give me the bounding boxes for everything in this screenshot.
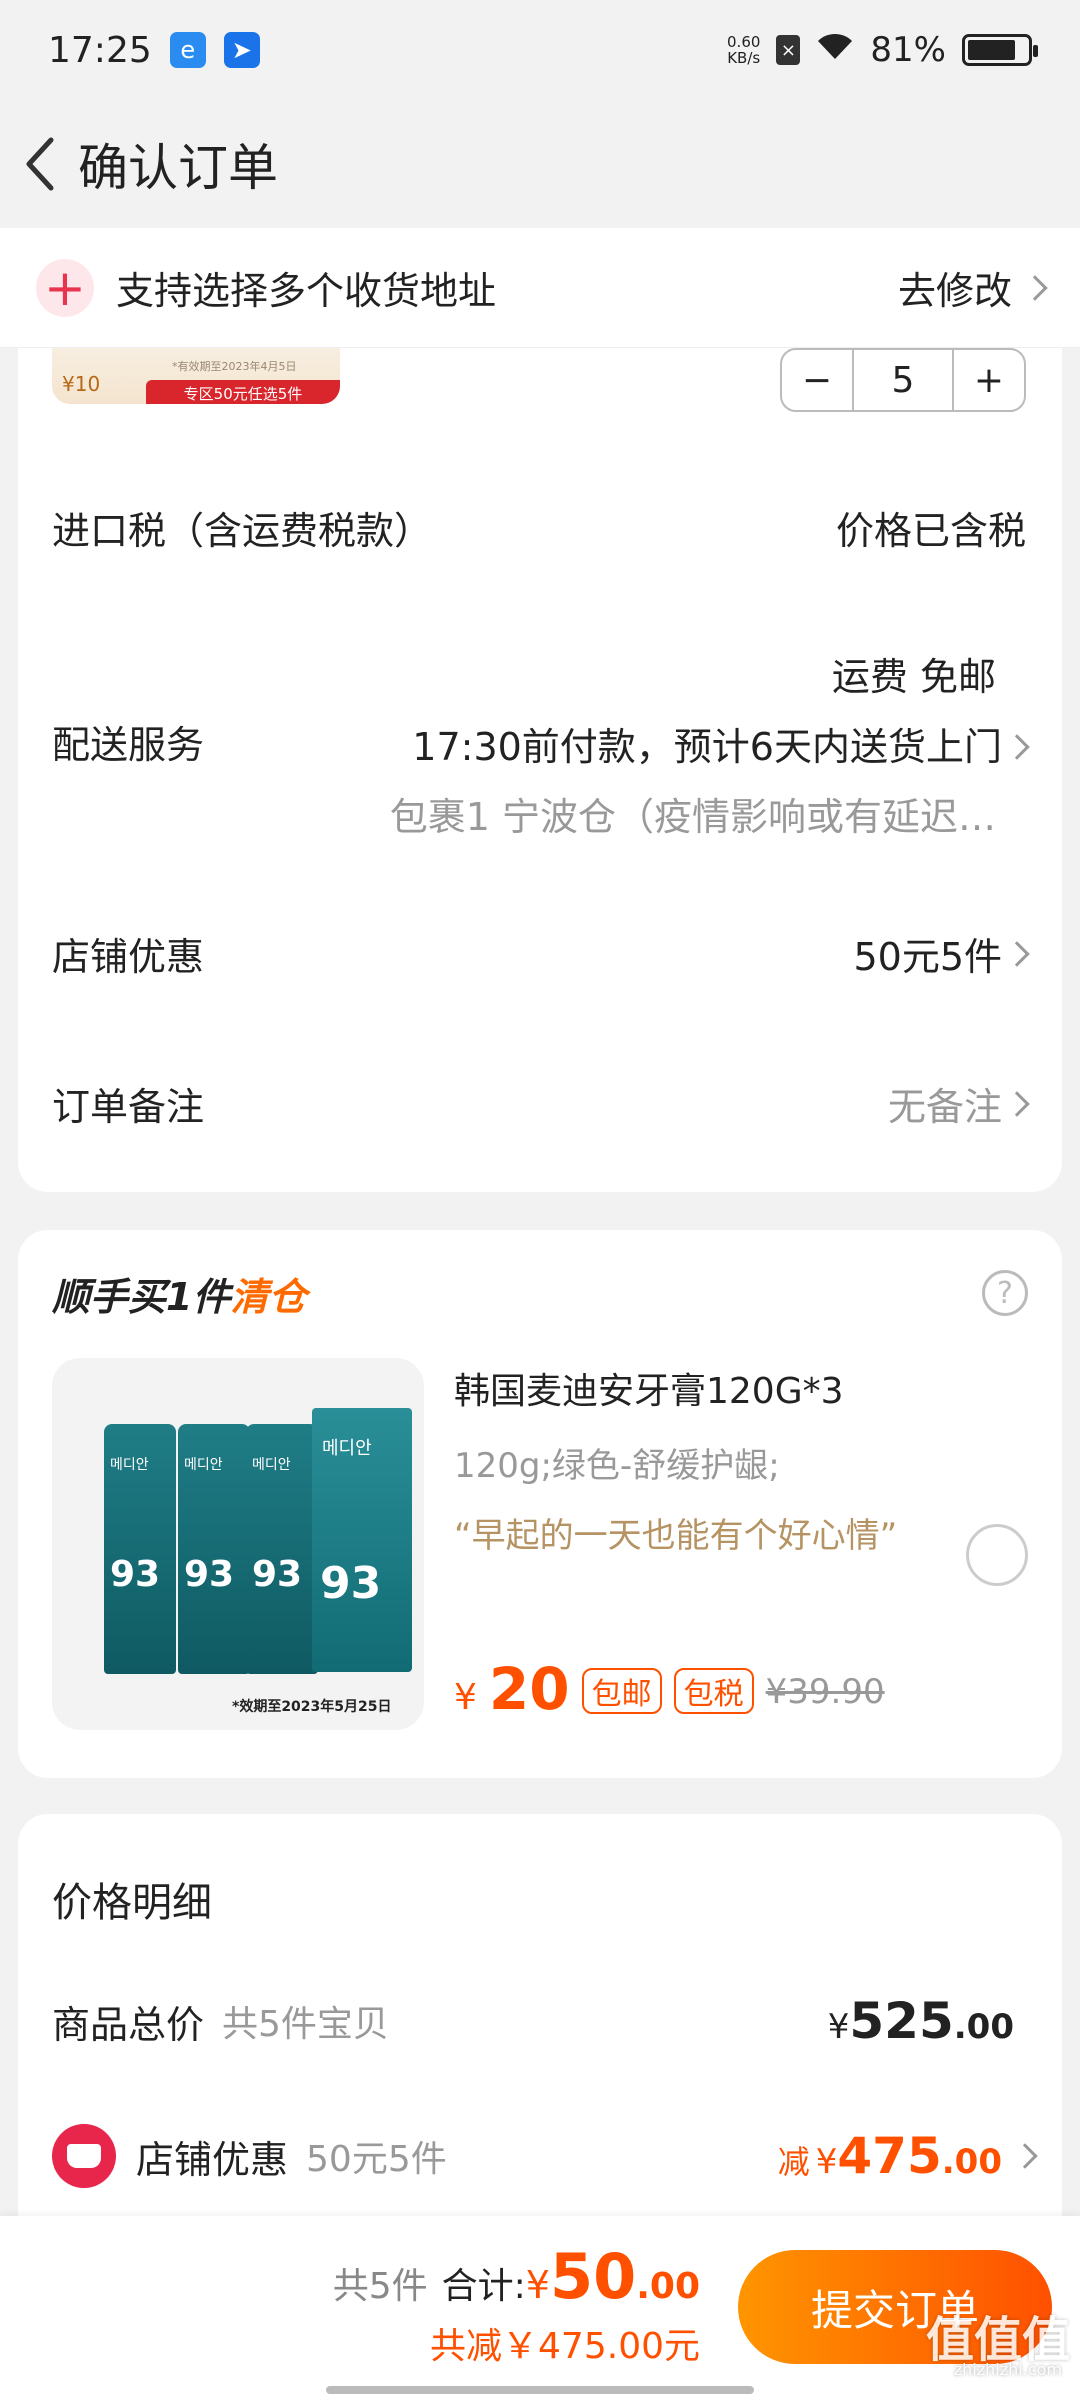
chevron-right-icon bbox=[1022, 274, 1048, 301]
shipping-eta: 17:30前付款，预计6天内送货上门 bbox=[412, 725, 1002, 769]
chevron-right-icon bbox=[1012, 2143, 1038, 2169]
order-detail-card: *有效期至2023年4月5日 ¥10 专区50元任选5件 − 5 + 进口税（含… bbox=[18, 330, 1062, 1192]
upsell-title: 顺手买1件清仓 bbox=[52, 1275, 307, 1319]
battery-percent: 81% bbox=[870, 30, 946, 70]
nav-bar: 确认订单 bbox=[0, 100, 1080, 228]
chevron-right-icon bbox=[1004, 734, 1030, 760]
upsell-product-quote: “早起的一天也能有个好心情” bbox=[454, 1516, 898, 1556]
page-title: 确认订单 bbox=[78, 139, 278, 197]
original-price: ¥39.90 bbox=[765, 1672, 885, 1712]
shipping-fee: 运费 免邮 bbox=[831, 655, 996, 699]
import-tax-row: 进口税（含运费税款） 价格已含税 bbox=[52, 500, 1026, 555]
address-banner-text: 支持选择多个收货地址 bbox=[116, 269, 497, 313]
modify-address-link[interactable]: 去修改 bbox=[898, 260, 1048, 315]
shop-discount-detail-row[interactable]: 店铺优惠 50元5件 减 ¥ 475 .00 bbox=[52, 2124, 1038, 2188]
shipping-service-row[interactable]: 运费 免邮 17:30前付款，预计6天内送货上门 包裹1 宁波仓（疫情影响或有延… bbox=[389, 642, 1030, 852]
increment-button[interactable]: + bbox=[954, 350, 1024, 410]
item-count: 共5件 bbox=[332, 2266, 428, 2307]
status-bar: 17:25 e ➤ 0.60 KB/s × 81% bbox=[0, 0, 1080, 100]
order-total: 共5件 合计: ¥ 50 .00 共减￥475.00元 bbox=[332, 2240, 700, 2367]
quantity-value[interactable]: 5 bbox=[852, 350, 954, 410]
quantity-stepper: − 5 + bbox=[780, 348, 1026, 412]
upsell-select-radio[interactable] bbox=[966, 1524, 1028, 1586]
multi-address-banner[interactable]: + 支持选择多个收货地址 去修改 bbox=[0, 228, 1080, 348]
plus-icon: + bbox=[36, 258, 94, 317]
total-saved: 共减￥475.00元 bbox=[430, 2326, 700, 2367]
goods-total-value: ¥ 525 .00 bbox=[827, 1992, 1014, 2050]
home-indicator[interactable] bbox=[326, 2386, 754, 2394]
tax-included-badge: 包税 bbox=[673, 1668, 754, 1714]
status-time: 17:25 bbox=[48, 29, 152, 71]
goods-total-row: 商品总价 共5件宝贝 ¥ 525 .00 bbox=[52, 1992, 1014, 2050]
free-shipping-badge: 包邮 bbox=[581, 1668, 662, 1714]
price-detail-title: 价格明细 bbox=[52, 1880, 212, 1926]
chevron-right-icon bbox=[1004, 940, 1030, 967]
order-remark-value: 无备注 bbox=[887, 1085, 1002, 1129]
upsell-product-spec: 120g;绿色-舒缓护龈; bbox=[454, 1446, 780, 1486]
app-notification-icon: e bbox=[169, 32, 206, 68]
total-amount: 50 bbox=[549, 2240, 637, 2313]
network-speed: 0.60 KB/s bbox=[727, 33, 761, 67]
upsell-price-row: ¥ 20 包邮 包税 ¥39.90 bbox=[454, 1655, 885, 1723]
decrement-button[interactable]: − bbox=[782, 350, 852, 410]
order-remark-row[interactable]: 订单备注 无备注 bbox=[52, 1076, 1030, 1131]
chevron-right-icon bbox=[1004, 1090, 1030, 1117]
toothpaste-product-image[interactable]: 메디안 93 메디안 93 메디안 93 메디안 93 *效期至2023年5月25日 bbox=[52, 1358, 424, 1730]
sim-off-icon: × bbox=[776, 35, 801, 65]
shop-icon bbox=[52, 2124, 116, 2188]
shop-discount-value: 50元5件 bbox=[853, 935, 1002, 979]
battery-icon bbox=[962, 34, 1038, 66]
watermark-url: zhizhizhi.com bbox=[953, 2360, 1062, 2379]
shipping-package: 包裹1 宁波仓（疫情影响或有延迟… bbox=[389, 795, 996, 839]
import-tax-value: 价格已含税 bbox=[835, 509, 1026, 553]
upsell-price: 20 bbox=[488, 1655, 570, 1723]
navigation-notification-icon: ➤ bbox=[223, 32, 260, 68]
upsell-product-name[interactable]: 韩国麦迪安牙膏120G*3 bbox=[454, 1362, 844, 1414]
help-icon[interactable]: ? bbox=[982, 1270, 1028, 1316]
shop-discount-row[interactable]: 店铺优惠 50元5件 bbox=[52, 926, 1030, 981]
upsell-card: 顺手买1件清仓 ? 메디안 93 메디안 93 메디안 93 메디안 93 *效期至20… bbox=[18, 1230, 1062, 1778]
price-detail-card: 价格明细 商品总价 共5件宝贝 ¥ 525 .00 店铺优惠 50元5件 减 ¥… bbox=[18, 1814, 1062, 2234]
checkout-bar: 共5件 合计: ¥ 50 .00 共减￥475.00元 提交订单 bbox=[0, 2216, 1080, 2400]
wifi-icon bbox=[816, 30, 854, 70]
product-thumbnail[interactable]: *有效期至2023年4月5日 ¥10 专区50元任选5件 bbox=[52, 344, 340, 404]
back-icon[interactable] bbox=[12, 124, 68, 204]
shop-discount-amount: 减 ¥ 475 .00 bbox=[777, 2127, 1002, 2185]
